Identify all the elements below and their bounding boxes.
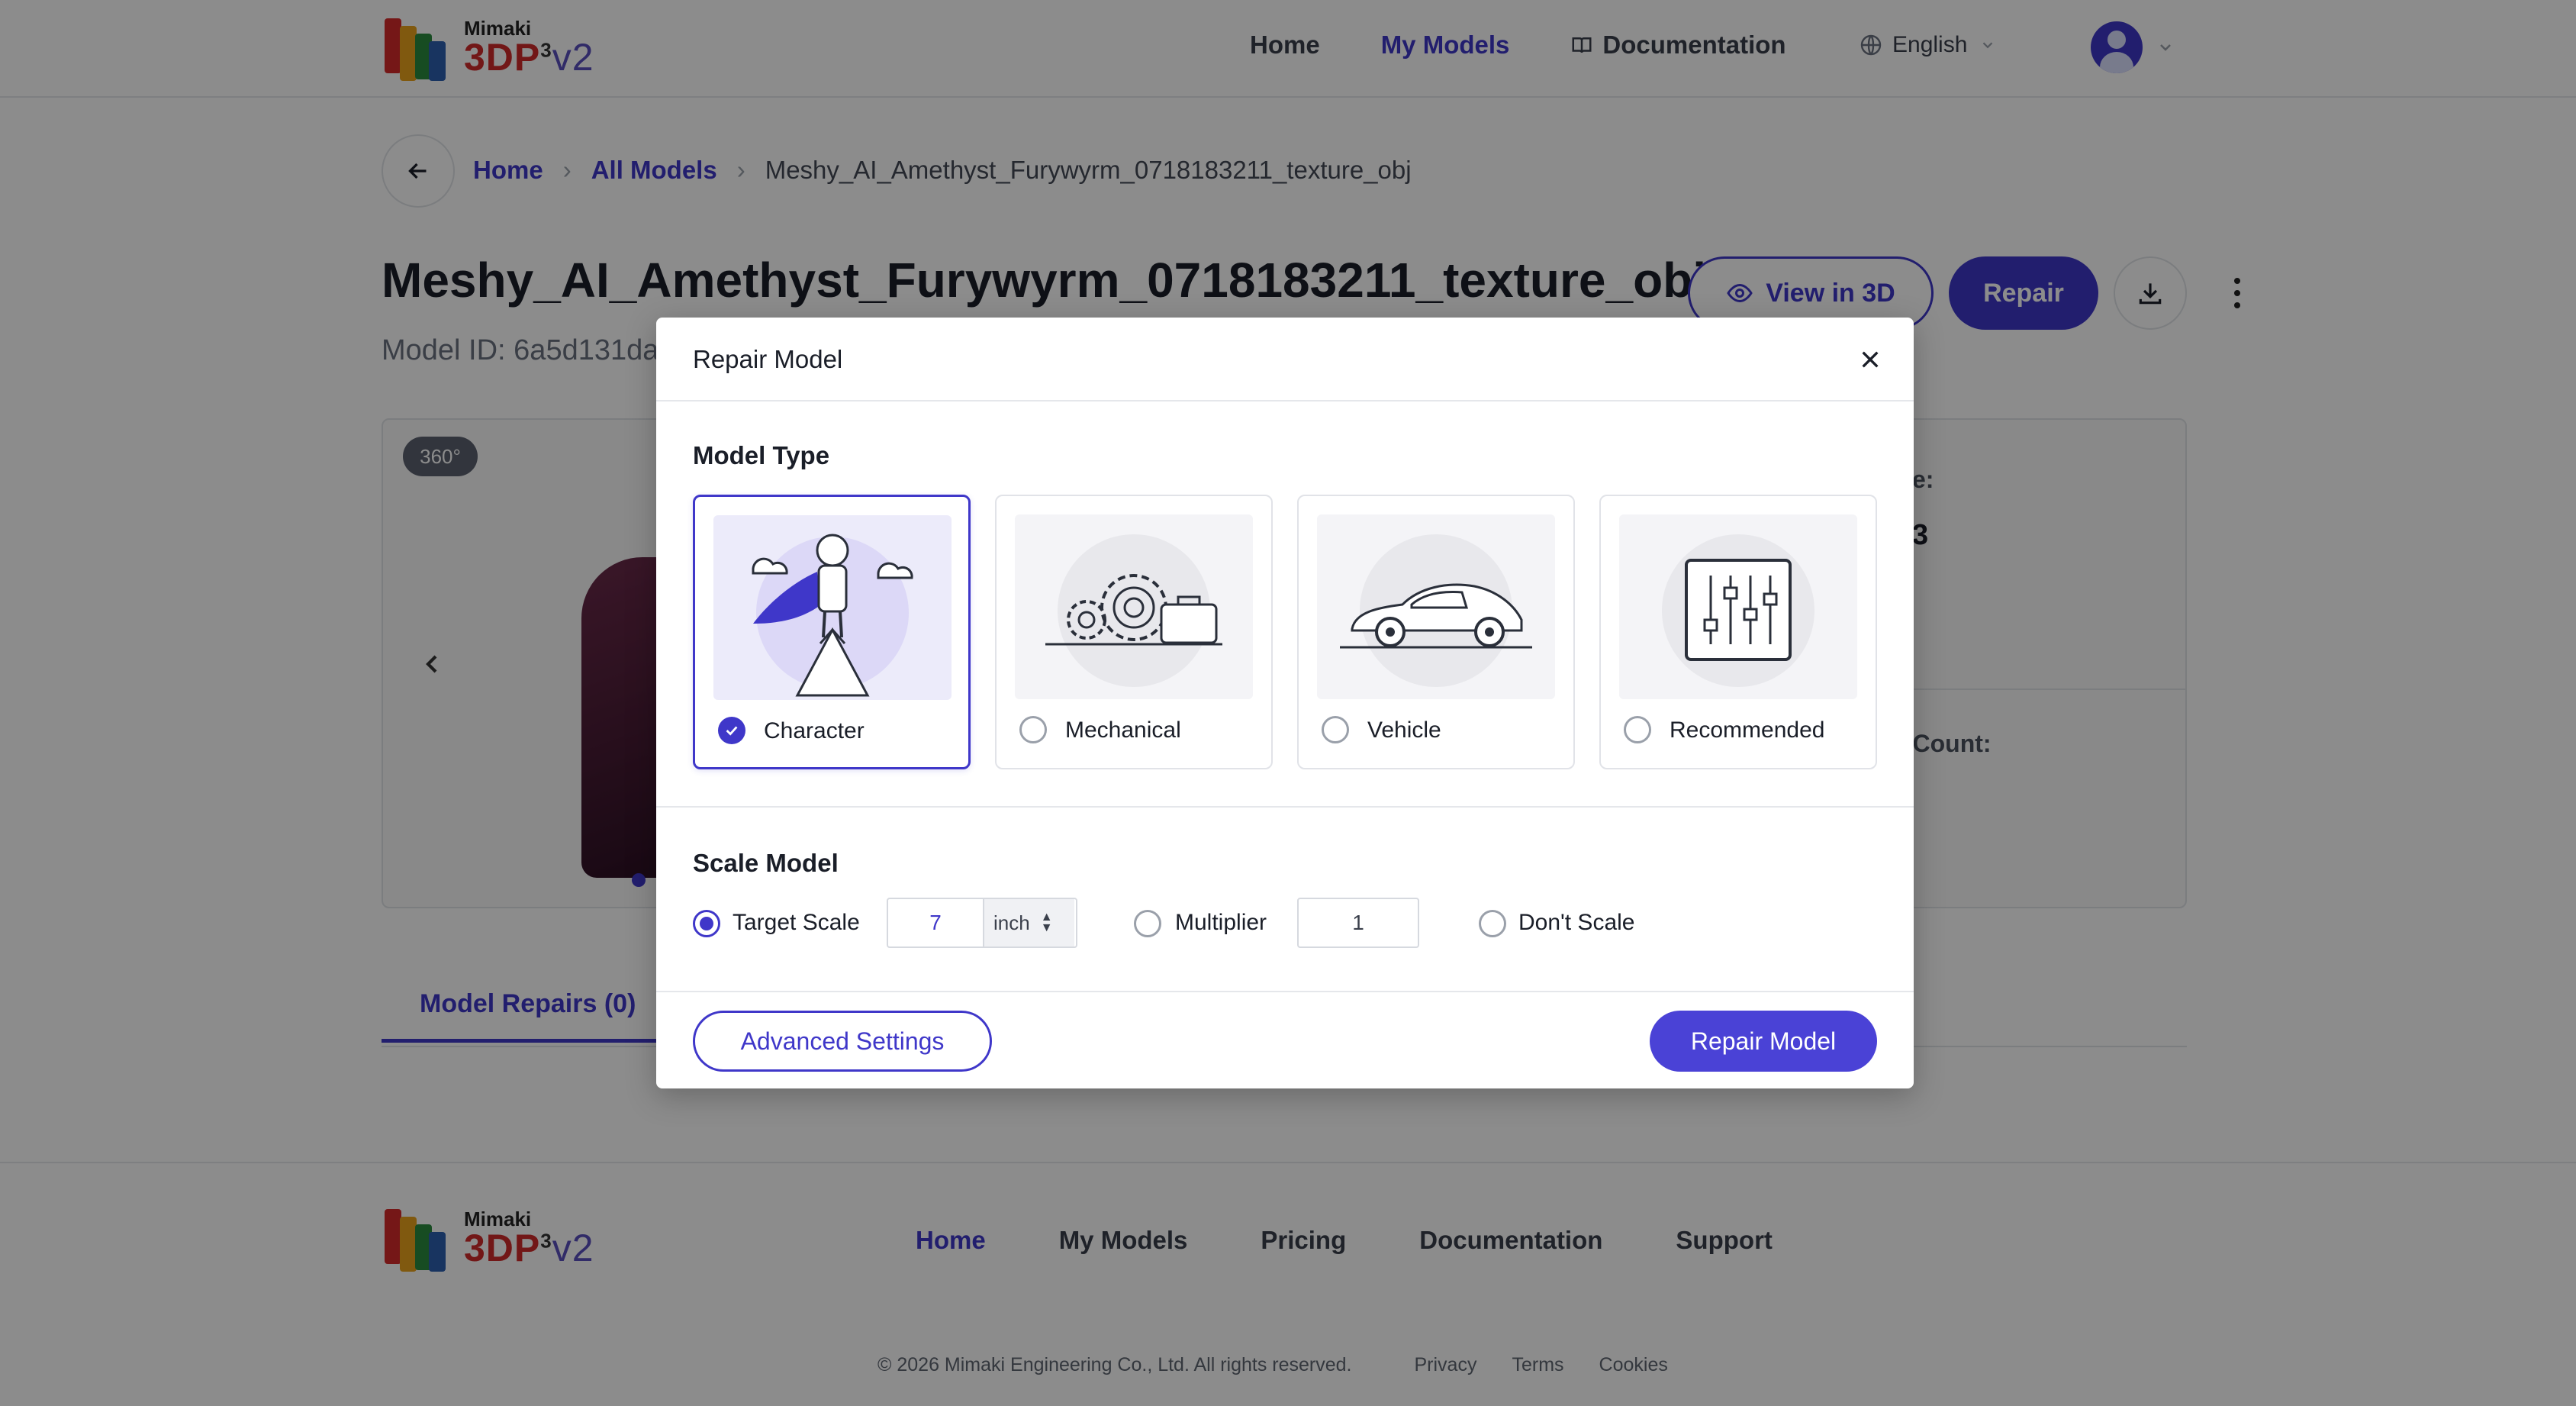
modal-title: Repair Model: [693, 345, 843, 373]
model-type-label: Recommended: [1670, 718, 1825, 743]
multiplier-radio[interactable]: [1134, 910, 1161, 937]
target-scale-radio[interactable]: [693, 910, 720, 937]
unit-value: inch: [993, 911, 1030, 934]
model-type-label: Vehicle: [1367, 718, 1441, 743]
recommended-illustration: [1619, 514, 1857, 699]
repair-model-button[interactable]: Repair Model: [1650, 1011, 1877, 1072]
model-type-mechanical[interactable]: Mechanical: [995, 495, 1273, 769]
multiplier-field[interactable]: 1: [1297, 898, 1419, 948]
model-type-label: Character: [764, 718, 865, 743]
mechanical-radio[interactable]: [1019, 716, 1047, 743]
unit-select[interactable]: inch ▲ ▼: [983, 899, 1074, 946]
model-type-vehicle[interactable]: Vehicle: [1297, 495, 1575, 769]
dont-scale-label: Don't Scale: [1518, 910, 1635, 935]
character-icon: [752, 534, 913, 697]
dont-scale-radio[interactable]: [1479, 910, 1506, 937]
mechanical-illustration: [1015, 514, 1253, 699]
vehicle-illustration: [1317, 514, 1555, 699]
model-type-recommended[interactable]: Recommended: [1599, 495, 1877, 769]
modal-header: Repair Model: [656, 318, 1914, 401]
close-button[interactable]: [1854, 343, 1886, 376]
model-type-label: Mechanical: [1065, 718, 1181, 743]
page: Mimaki 3DP3v2 Home My Models Documentati…: [0, 0, 2576, 1406]
vehicle-radio[interactable]: [1322, 716, 1349, 743]
car-icon: [1340, 534, 1532, 687]
section-divider: [656, 806, 1914, 808]
advanced-settings-button[interactable]: Advanced Settings: [693, 1011, 992, 1072]
multiplier-label: Multiplier: [1175, 910, 1267, 935]
scale-model-title: Scale Model: [693, 849, 839, 877]
target-scale-value: 7: [929, 911, 942, 934]
repair-model-dialog: Repair Model Model Type Character Mechan…: [656, 318, 1914, 1088]
modal-footer: Advanced Settings Repair Model: [656, 991, 1914, 1088]
gears-icon: [1045, 534, 1222, 687]
model-type-title: Model Type: [693, 441, 830, 469]
recommended-radio[interactable]: [1624, 716, 1651, 743]
multiplier-value: 1: [1352, 911, 1364, 934]
stepper-icon: ▲ ▼: [1040, 911, 1053, 934]
sliders-icon: [1662, 534, 1814, 687]
character-illustration: [713, 515, 952, 700]
scale-options: Target Scale 7 inch ▲ ▼ Multiplier 1 Don'…: [656, 898, 1914, 951]
target-scale-label: Target Scale: [733, 910, 860, 935]
close-icon: [1862, 351, 1879, 368]
checkmark-icon: [718, 717, 745, 744]
model-type-character[interactable]: Character: [693, 495, 971, 769]
